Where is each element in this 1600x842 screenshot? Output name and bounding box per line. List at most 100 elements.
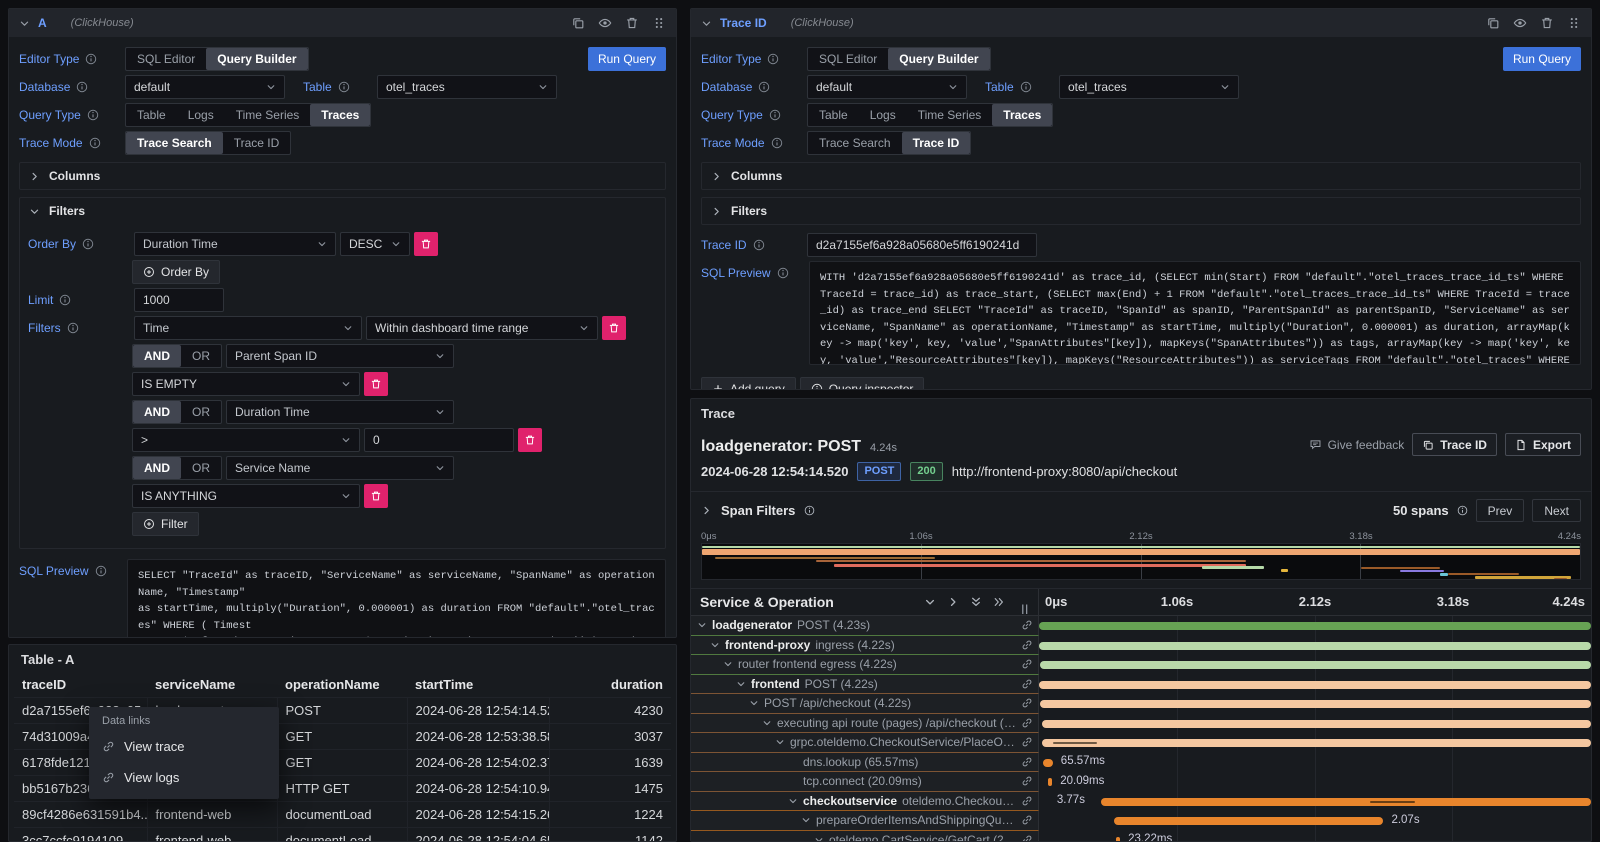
info-icon[interactable] [89, 137, 101, 149]
info-icon[interactable] [338, 81, 350, 93]
table-select[interactable]: otel_traces [1059, 75, 1239, 99]
run-query-button[interactable]: Run Query [588, 47, 666, 71]
filter-operator-select[interactable]: IS ANYTHING [132, 484, 360, 508]
span-row[interactable]: grpc.oteldemo.CheckoutService/PlaceOrder… [691, 733, 1591, 753]
chevron-down-icon[interactable] [801, 815, 811, 825]
chevron-down-icon[interactable] [788, 796, 798, 806]
filter-field-select[interactable]: Parent Span ID [226, 344, 454, 368]
add-order-by-button[interactable]: Order By [132, 260, 220, 284]
info-icon[interactable] [767, 53, 779, 65]
info-icon[interactable] [1457, 505, 1468, 516]
filters-section-header[interactable]: Filters [702, 198, 1580, 224]
info-icon[interactable] [87, 109, 99, 121]
order-by-field-select[interactable]: Duration Time [134, 232, 336, 256]
give-feedback-link[interactable]: Give feedback [1309, 438, 1405, 452]
table-select[interactable]: otel_traces [377, 75, 557, 99]
link-icon[interactable] [1021, 756, 1033, 768]
span-row[interactable]: oteldemo.CartService/GetCart (23.22ms) 2… [691, 831, 1591, 842]
expand-one-icon[interactable] [947, 596, 959, 608]
chevron-down-icon[interactable] [749, 698, 759, 708]
info-icon[interactable] [753, 239, 765, 251]
filter-value-select[interactable]: Within dashboard time range [366, 316, 598, 340]
panel-title[interactable]: A [38, 16, 47, 30]
span-row[interactable]: dns.lookup (65.57ms) 65.57ms [691, 753, 1591, 773]
query-type-traces[interactable]: Traces [992, 104, 1052, 126]
next-span-button[interactable]: Next [1532, 499, 1581, 522]
table-row[interactable]: 3cc7ccfc9194109... frontend-web document… [14, 828, 671, 842]
view-trace-link[interactable]: View trace [89, 731, 279, 762]
link-icon[interactable] [1021, 775, 1033, 787]
info-icon[interactable] [769, 109, 781, 121]
trace-search-tab[interactable]: Trace Search [808, 132, 902, 154]
query-type-traces[interactable]: Traces [310, 104, 370, 126]
filter-operator-select[interactable]: IS EMPTY [132, 372, 360, 396]
info-icon[interactable] [758, 81, 770, 93]
trace-id-link[interactable]: 3cc7ccfc9194109... [14, 828, 147, 842]
or-option[interactable]: OR [181, 401, 221, 423]
link-icon[interactable] [1021, 619, 1033, 631]
trace-id-link[interactable]: 89cf4286e631591b4... [14, 802, 147, 828]
add-filter-button[interactable]: Filter [132, 512, 199, 536]
span-row[interactable]: frontend-proxy ingress (4.22s) [691, 636, 1591, 656]
chevron-down-icon[interactable] [775, 737, 785, 747]
collapse-all-icon[interactable] [970, 596, 982, 608]
run-query-button[interactable]: Run Query [1503, 47, 1581, 71]
query-inspector-button[interactable]: Query inspector [800, 377, 925, 390]
span-row[interactable]: POST /api/checkout (4.22s) [691, 694, 1591, 714]
column-header[interactable]: startTime [407, 672, 549, 698]
query-type-logs[interactable]: Logs [859, 104, 907, 126]
delete-query-icon[interactable] [625, 16, 639, 30]
filter-operator-select[interactable]: > [132, 428, 360, 452]
span-row[interactable]: checkoutservice oteldemo.CheckoutService… [691, 792, 1591, 812]
info-icon[interactable] [76, 81, 88, 93]
and-option[interactable]: AND [133, 345, 181, 367]
filter-field-select[interactable]: Duration Time [226, 400, 454, 424]
info-icon[interactable] [85, 53, 97, 65]
link-icon[interactable] [1021, 678, 1033, 690]
columns-section-header[interactable]: Columns [20, 163, 665, 189]
remove-filter-button[interactable] [364, 372, 388, 396]
filter-field-select[interactable]: Time [134, 316, 362, 340]
duplicate-icon[interactable] [571, 16, 585, 30]
or-option[interactable]: OR [181, 457, 221, 479]
span-row[interactable]: router frontend egress (4.22s) [691, 655, 1591, 675]
query-type-table[interactable]: Table [808, 104, 859, 126]
hide-response-icon[interactable] [598, 16, 612, 30]
info-icon[interactable] [59, 294, 71, 306]
link-icon[interactable] [1021, 697, 1033, 709]
query-builder-tab[interactable]: Query Builder [206, 48, 307, 70]
trace-id-input[interactable]: d2a7155ef6a928a05680e5ff6190241d [807, 233, 1037, 257]
chevron-down-icon[interactable] [814, 835, 824, 842]
info-icon[interactable] [771, 137, 783, 149]
link-icon[interactable] [1021, 814, 1033, 826]
filter-value-input[interactable]: 0 [364, 428, 514, 452]
info-icon[interactable] [777, 267, 789, 279]
span-row[interactable]: tcp.connect (20.09ms) 20.09ms [691, 772, 1591, 792]
link-icon[interactable] [1021, 717, 1033, 729]
span-row[interactable]: prepareOrderItemsAndShippingQuoteFromCar… [691, 811, 1591, 831]
column-header[interactable]: operationName [277, 672, 407, 698]
query-type-table[interactable]: Table [126, 104, 177, 126]
column-resize-handle[interactable]: || [1021, 604, 1029, 615]
chevron-down-icon[interactable] [697, 620, 707, 630]
export-button[interactable]: Export [1505, 433, 1581, 456]
expand-all-icon[interactable] [993, 596, 1005, 608]
link-icon[interactable] [1021, 795, 1033, 807]
and-option[interactable]: AND [133, 457, 181, 479]
info-icon[interactable] [82, 238, 94, 250]
info-icon[interactable] [1020, 81, 1032, 93]
query-type-time-series[interactable]: Time Series [907, 104, 993, 126]
trace-search-tab[interactable]: Trace Search [126, 132, 223, 154]
remove-filter-button[interactable] [518, 428, 542, 452]
info-icon[interactable] [804, 505, 815, 516]
trace-id-tab[interactable]: Trace ID [902, 132, 971, 154]
remove-order-by-button[interactable] [414, 232, 438, 256]
order-by-direction-select[interactable]: DESC [340, 232, 410, 256]
drag-handle-icon[interactable] [652, 16, 666, 30]
view-logs-link[interactable]: View logs [89, 762, 279, 793]
columns-section-header[interactable]: Columns [702, 163, 1580, 189]
database-select[interactable]: default [125, 75, 285, 99]
column-header[interactable]: traceID [14, 672, 147, 698]
span-row[interactable]: loadgenerator POST (4.23s) [691, 616, 1591, 636]
chevron-down-icon[interactable] [710, 640, 720, 650]
